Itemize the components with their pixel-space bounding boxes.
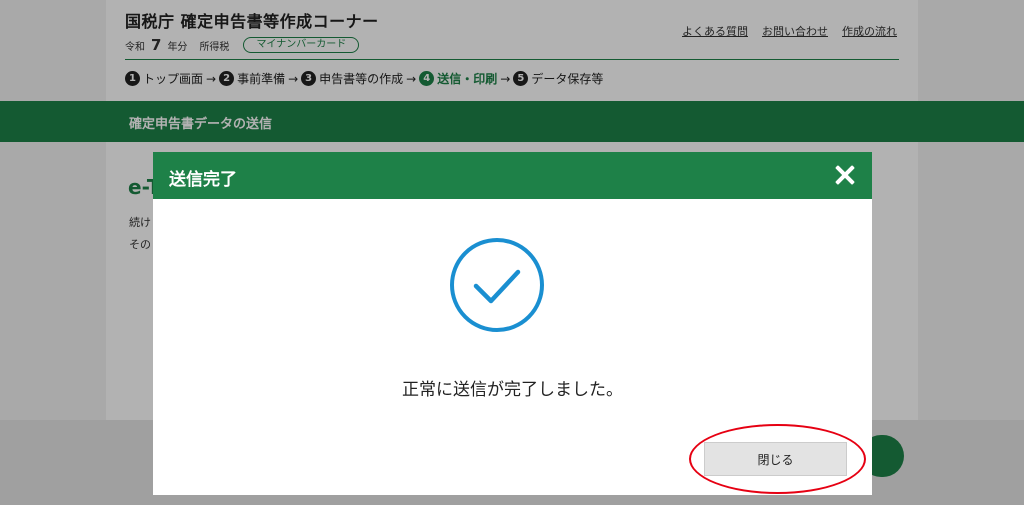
check-circle-icon (450, 238, 544, 332)
close-button-label: 閉じる (757, 452, 794, 467)
send-complete-dialog: 送信完了 正常に送信が完了しました。 閉じる (153, 152, 872, 495)
close-icon[interactable] (832, 162, 858, 188)
dialog-header: 送信完了 (153, 152, 872, 199)
close-button[interactable]: 閉じる (704, 442, 847, 476)
dialog-message: 正常に送信が完了しました。 (402, 380, 623, 400)
dialog-title: 送信完了 (169, 170, 237, 190)
